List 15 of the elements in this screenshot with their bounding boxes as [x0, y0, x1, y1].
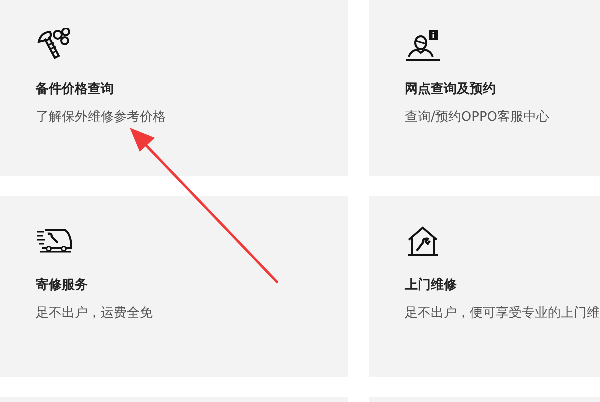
house-wrench-icon [405, 224, 441, 258]
hammer-coins-icon [36, 28, 72, 62]
card-title: 网点查询及预约 [405, 81, 496, 98]
service-card[interactable]: 寄修服务 足不出户，运费全免 [0, 196, 348, 377]
card-description: 足不出户，便可享受专业的上门维 [405, 305, 600, 322]
card-title: 备件价格查询 [36, 81, 114, 98]
service-card[interactable]: 上门维修 足不出户，便可享受专业的上门维 [369, 196, 600, 377]
card-title: 寄修服务 [36, 276, 88, 294]
service-card[interactable]: 网点查询及预约 查询/预约OPPO客服中心 [369, 0, 600, 176]
card-title: 上门维修 [405, 276, 457, 294]
card-description: 查询/预约OPPO客服中心 [405, 109, 550, 126]
service-card[interactable]: 备件价格查询 了解保外维修参考价格 [0, 0, 348, 176]
person-info-icon [405, 28, 441, 62]
card-description: 足不出户，运费全免 [36, 305, 153, 322]
card-description: 了解保外维修参考价格 [36, 109, 166, 126]
